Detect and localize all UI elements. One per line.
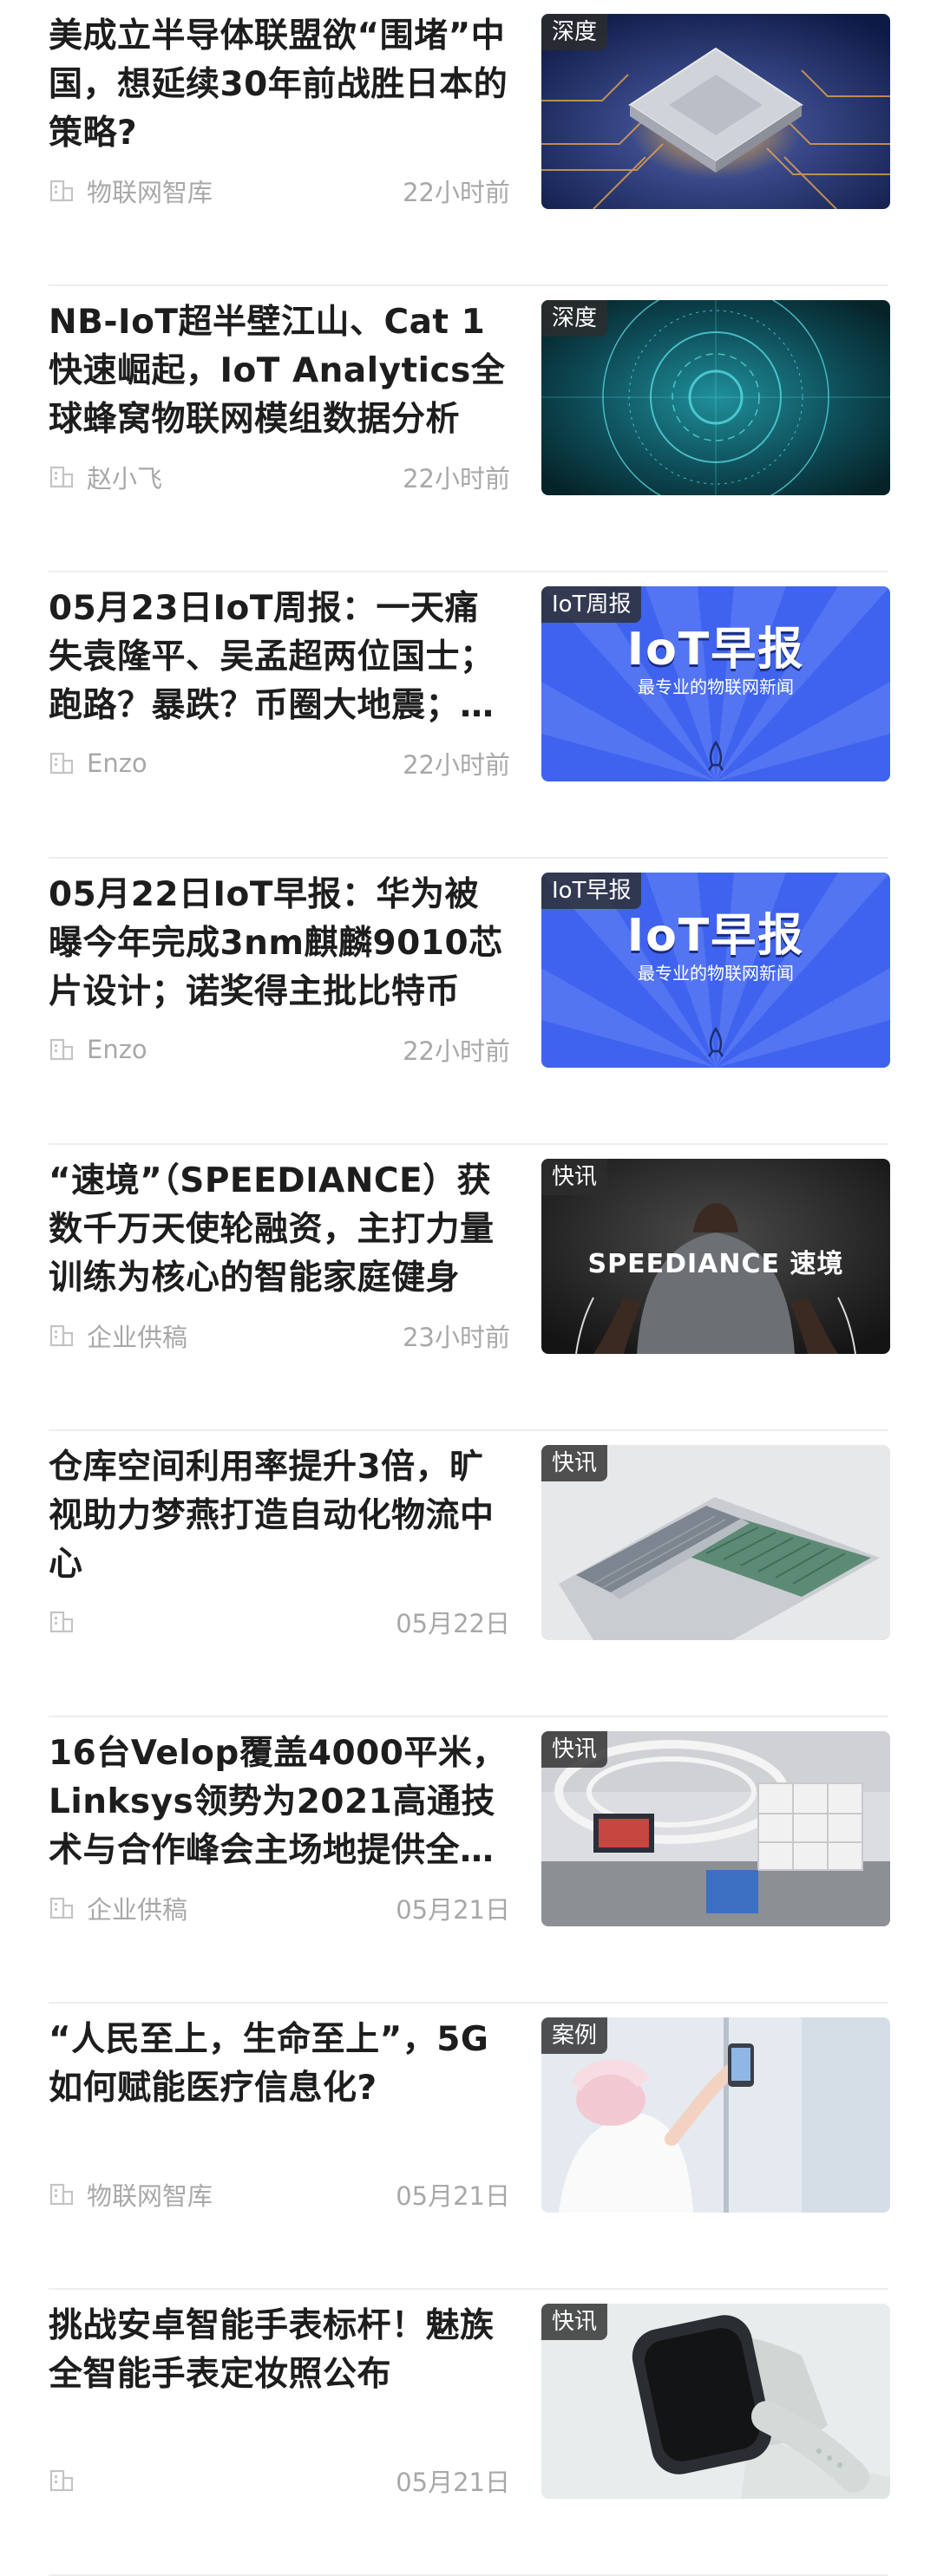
list-item[interactable]: 05月23日IoT周报：一天痛失袁隆平、吴孟超两位国士；跑路？暴跌？币圈大地震；… [0,572,937,859]
article-thumbnail[interactable]: 快讯 [541,1445,890,1640]
category-tag: 快讯 [541,1159,608,1195]
article-meta: 企业供稿 05月21日 [49,1891,510,1925]
list-item[interactable]: 16台Velop覆盖4000平米，Linksys领势为2021高通技术与合作峰会… [0,1717,937,2004]
banner-subtitle: 最专业的物联网新闻 [638,677,794,697]
category-tag: IoT周报 [541,586,642,623]
article-text: 美成立半导体联盟欲“围堵”中国，想延续30年前战胜日本的策略? 物联网智库 22… [49,12,510,220]
list-item[interactable]: 挑战安卓智能手表标杆！魅族全智能手表定妆照公布 05月21日 快讯 [0,2290,937,2576]
source-name: Enzo [87,1035,147,1064]
source-name: 企业供稿 [87,1895,188,1925]
source-icon [49,2183,74,2206]
source-icon [49,1611,74,1633]
source-icon [49,466,74,488]
article-thumbnail[interactable]: 快讯 [541,2304,890,2499]
article-text: NB-IoT超半壁江山、Cat 1快速崛起，IoT Analytics全球蜂窝物… [49,298,510,507]
article-title[interactable]: 仓库空间利用率提升3倍，旷视助力梦燕打造自动化物流中心 [49,1443,510,1589]
article-source: 赵小飞 [49,459,403,495]
list-item[interactable]: 仓库空间利用率提升3倍，旷视助力梦燕打造自动化物流中心 05月22日 快讯 [0,1431,937,1717]
article-source: 企业供稿 [49,1890,396,1926]
article-text: 挑战安卓智能手表标杆！魅族全智能手表定妆照公布 05月21日 [49,2302,510,2510]
article-text: “人民至上，生命至上”，5G如何赋能医疗信息化? 物联网智库 05月21日 [49,2016,510,2224]
list-item[interactable]: 美成立半导体联盟欲“围堵”中国，想延续30年前战胜日本的策略? 物联网智库 22… [0,0,937,286]
article-text: 16台Velop覆盖4000平米，Linksys领势为2021高通技术与合作峰会… [49,1729,510,1938]
category-tag: 快讯 [541,2304,608,2340]
article-source [49,1609,396,1635]
article-meta: 赵小飞 22小时前 [49,460,510,494]
article-thumbnail[interactable]: SPEEDIANCE 速境 快讯 [541,1159,890,1354]
list-item[interactable]: NB-IoT超半壁江山、Cat 1快速崛起，IoT Analytics全球蜂窝物… [0,286,937,572]
category-tag: 深度 [541,300,608,337]
source-icon [49,1324,74,1347]
article-text: “速境”（SPEEDIANCE）获数千万天使轮融资，主打力量训练为核心的智能家庭… [49,1157,510,1365]
source-icon [49,752,74,775]
article-thumbnail[interactable]: 快讯 [541,1731,890,1926]
article-source: 企业供稿 [49,1317,403,1354]
source-name: 物联网智库 [87,2181,213,2211]
source-name: Enzo [87,749,147,778]
article-meta: 物联网智库 05月21日 [49,2177,510,2212]
article-title[interactable]: 16台Velop覆盖4000平米，Linksys领势为2021高通技术与合作峰会… [49,1729,510,1875]
article-time: 23小时前 [403,1323,510,1352]
article-text: 05月23日IoT周报：一天痛失袁隆平、吴孟超两位国士；跑路？暴跌？币圈大地震；… [49,585,510,793]
article-time: 22小时前 [403,1036,510,1066]
article-time: 05月21日 [396,2181,510,2211]
article-time: 05月21日 [396,1895,510,1925]
article-thumbnail[interactable]: 深度 [541,300,890,495]
article-source: Enzo [49,749,403,778]
article-time: 05月22日 [396,1609,510,1638]
source-icon [49,1897,74,1919]
article-feed: 美成立半导体联盟欲“围堵”中国，想延续30年前战胜日本的策略? 物联网智库 22… [0,0,937,2576]
banner-subtitle: 最专业的物联网新闻 [638,963,794,984]
list-item[interactable]: “速境”（SPEEDIANCE）获数千万天使轮融资，主打力量训练为核心的智能家庭… [0,1145,937,1431]
source-icon [49,180,74,202]
article-thumbnail[interactable]: IoT早报 最专业的物联网新闻 IoT周报 [541,586,890,781]
category-tag: 快讯 [541,1445,608,1481]
article-source: 物联网智库 [49,2176,396,2213]
article-meta: 企业供稿 23小时前 [49,1318,510,1353]
article-thumbnail[interactable]: 案例 [541,2017,890,2213]
source-icon [49,1038,74,1061]
list-item[interactable]: “人民至上，生命至上”，5G如何赋能医疗信息化? 物联网智库 05月21日 案例 [0,2004,937,2290]
article-meta: 物联网智库 22小时前 [49,173,510,208]
article-title[interactable]: NB-IoT超半壁江山、Cat 1快速崛起，IoT Analytics全球蜂窝物… [49,298,510,444]
article-time: 05月21日 [396,2468,510,2497]
banner-title: SPEEDIANCE 速境 [587,1249,844,1279]
article-text: 仓库空间利用率提升3倍，旷视助力梦燕打造自动化物流中心 05月22日 [49,1443,510,1651]
category-tag: 深度 [541,14,608,50]
article-meta: 05月21日 [49,2463,510,2498]
source-name: 企业供稿 [87,1323,188,1352]
article-title[interactable]: 05月23日IoT周报：一天痛失袁隆平、吴孟超两位国士；跑路？暴跌？币圈大地震；… [49,585,510,730]
article-meta: Enzo 22小时前 [49,1032,510,1067]
article-time: 22小时前 [403,178,510,207]
article-title[interactable]: “人民至上，生命至上”，5G如何赋能医疗信息化? [49,2016,510,2113]
article-time: 22小时前 [403,464,510,494]
source-name: 赵小飞 [87,464,163,494]
article-source: Enzo [49,1035,403,1064]
article-thumbnail[interactable]: 深度 [541,14,890,209]
category-tag: 案例 [541,2017,608,2054]
article-title[interactable]: 美成立半导体联盟欲“围堵”中国，想延续30年前战胜日本的策略? [49,12,510,158]
article-time: 22小时前 [403,750,510,780]
article-title[interactable]: “速境”（SPEEDIANCE）获数千万天使轮融资，主打力量训练为核心的智能家庭… [49,1157,510,1303]
article-source: 物联网智库 [49,173,403,209]
category-tag: 快讯 [541,1731,608,1768]
article-title[interactable]: 挑战安卓智能手表标杆！魅族全智能手表定妆照公布 [49,2302,510,2399]
article-source [49,2468,396,2494]
category-tag: IoT早报 [541,873,642,909]
source-icon [49,2469,74,2492]
article-text: 05月22日IoT早报：华为被曝今年完成3nm麒麟9010芯片设计；诺奖得主批比… [49,871,510,1079]
article-meta: 05月22日 [49,1605,510,1639]
article-meta: Enzo 22小时前 [49,746,510,781]
source-name: 物联网智库 [87,178,213,207]
article-title[interactable]: 05月22日IoT早报：华为被曝今年完成3nm麒麟9010芯片设计；诺奖得主批比… [49,871,510,1017]
article-thumbnail[interactable]: IoT早报 最专业的物联网新闻 IoT早报 [541,873,890,1068]
list-item[interactable]: 05月22日IoT早报：华为被曝今年完成3nm麒麟9010芯片设计；诺奖得主批比… [0,859,937,1145]
